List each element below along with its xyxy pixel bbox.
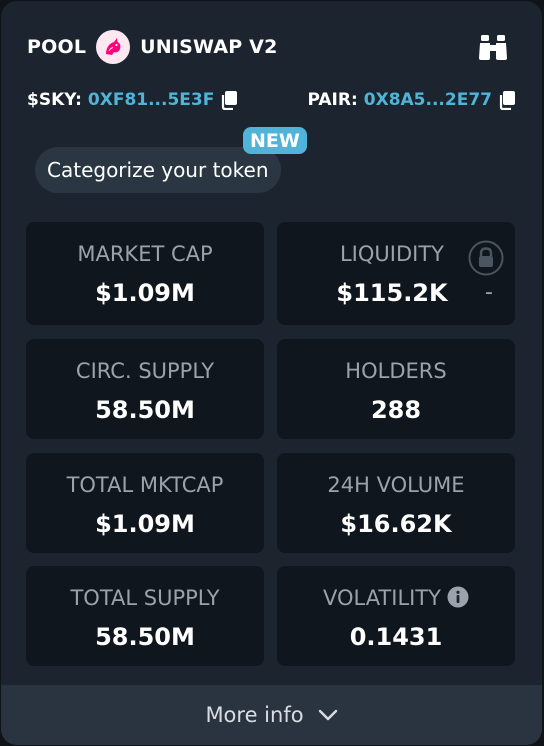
stat-label: MARKET CAP <box>77 242 213 266</box>
stat-total-mktcap: TOTAL MKTCAP $1.09M <box>26 453 264 553</box>
pool-label: POOL <box>27 36 87 58</box>
stat-circ-supply: CIRC. SUPPLY 58.50M <box>26 339 264 439</box>
stat-label: CIRC. SUPPLY <box>75 359 215 383</box>
stat-label: TOTAL MKTCAP <box>66 473 224 497</box>
stat-value: 288 <box>370 396 422 424</box>
categorize-token-wrap: Categorize your token NEW <box>35 127 307 193</box>
dex-name: UNISWAP V2 <box>140 36 278 58</box>
stat-label: 24H VOLUME <box>327 473 465 497</box>
stat-total-supply: TOTAL SUPPLY 58.50M <box>26 566 264 666</box>
pair-address-group: PAIR: 0X8A5...2E77 <box>307 90 516 110</box>
stat-value: $1.09M <box>95 279 195 307</box>
stat-value: 58.50M <box>95 396 195 424</box>
stat-label: TOTAL SUPPLY <box>70 586 220 610</box>
stat-24h-volume: 24H VOLUME $16.62K <box>277 453 515 553</box>
more-info-label: More info <box>205 703 304 727</box>
stat-volatility: VOLATILITY 0.1431 <box>277 566 515 666</box>
binoculars-icon[interactable] <box>478 33 508 61</box>
stat-label: VOLATILITY <box>322 586 441 610</box>
pair-address-link[interactable]: 0X8A5...2E77 <box>364 90 492 110</box>
stat-market-cap: MARKET CAP $1.09M <box>26 222 264 325</box>
uniswap-unicorn-icon <box>96 30 131 64</box>
stat-holders: HOLDERS 288 <box>277 339 515 439</box>
stat-value: $115.2K <box>336 279 448 307</box>
pool-info-card: POOL UNISWAP V2 $SKY: 0XF81...5E3F PAIR:… <box>1 1 542 745</box>
new-badge: NEW <box>243 127 307 154</box>
stat-value: $16.62K <box>340 510 452 538</box>
copy-pair-address-icon[interactable] <box>498 90 516 110</box>
liquidity-extra: - <box>485 280 493 305</box>
more-info-button[interactable]: More info <box>1 685 542 745</box>
stat-label: HOLDERS <box>345 359 447 383</box>
stat-liquidity: LIQUIDITY $115.2K - <box>277 222 515 325</box>
stat-label-wrap: VOLATILITY <box>277 586 515 610</box>
pair-address-label: PAIR: <box>307 90 358 110</box>
info-icon[interactable] <box>447 586 469 608</box>
token-address-group: $SKY: 0XF81...5E3F <box>27 90 238 110</box>
stat-value: 0.1431 <box>349 623 443 651</box>
stat-value: 58.50M <box>95 623 195 651</box>
address-row: $SKY: 0XF81...5E3F PAIR: 0X8A5...2E77 <box>27 87 516 113</box>
token-address-link[interactable]: 0XF81...5E3F <box>88 90 214 110</box>
token-address-label: $SKY: <box>27 90 82 110</box>
chevron-down-icon <box>318 709 337 721</box>
pool-header: POOL UNISWAP V2 <box>27 30 516 64</box>
lock-icon[interactable] <box>468 240 504 276</box>
stat-value: $1.09M <box>95 510 195 538</box>
categorize-token-button[interactable]: Categorize your token <box>35 147 281 193</box>
copy-token-address-icon[interactable] <box>220 90 238 110</box>
